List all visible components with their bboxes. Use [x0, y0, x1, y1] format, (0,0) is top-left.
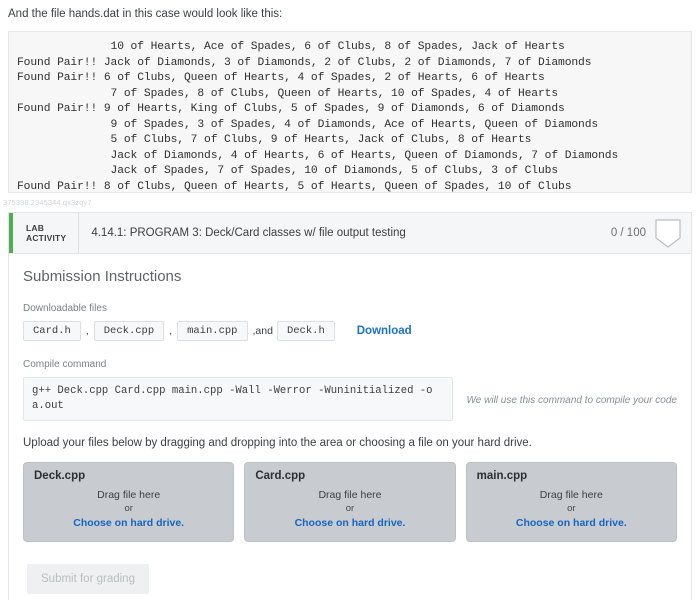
dropzone-hint: Drag file here or Choose on hard drive.: [34, 488, 223, 530]
file-chip-main-cpp[interactable]: main.cpp: [177, 321, 248, 341]
dropzone-hint: Drag file here or Choose on hard drive.: [477, 488, 666, 530]
downloadable-files-label: Downloadable files: [23, 303, 107, 314]
lab-tag-line2: ACTIVITY: [26, 233, 67, 243]
score-value: 0 / 100: [610, 227, 646, 239]
dropzone-filename: Deck.cpp: [34, 470, 86, 482]
dropzone-main-cpp[interactable]: main.cpp Drag file here or Choose on har…: [465, 462, 677, 542]
dropzone-or-text: or: [345, 503, 355, 514]
file-chip-deck-h[interactable]: Deck.h: [276, 321, 335, 341]
activity-id-label: 375398.2345344.qx3zqy7: [3, 198, 92, 207]
lab-activity-header: LAB ACTIVITY 4.14.1: PROGRAM 3: Deck/Car…: [9, 213, 691, 254]
compile-command-row: g++ Deck.cpp Card.cpp main.cpp -Wall -We…: [23, 377, 677, 421]
upload-instructions-text: Upload your files below by dragging and …: [23, 437, 532, 449]
sample-output-text: 10 of Hearts, Ace of Spades, 6 of Clubs,…: [17, 41, 619, 193]
dropzone-drag-text: Drag file here: [318, 489, 382, 501]
dropzone-or-text: or: [124, 503, 133, 514]
file-dropzone-group: Deck.cpp Drag file here or Choose on har…: [23, 462, 677, 542]
lab-activity-card: LAB ACTIVITY 4.14.1: PROGRAM 3: Deck/Car…: [8, 212, 692, 600]
intro-text: And the file hands.dat in this case woul…: [8, 8, 283, 20]
compile-command-note: We will use this command to compile your…: [466, 395, 677, 406]
shield-badge-icon: [655, 218, 681, 248]
download-link[interactable]: Download: [357, 325, 412, 337]
lab-activity-body: Submission Instructions Downloadable fil…: [9, 254, 691, 600]
dropzone-card-cpp[interactable]: Card.cpp Drag file here or Choose on har…: [244, 462, 456, 542]
file-and-separator: ,and: [252, 325, 273, 337]
compile-command-box: g++ Deck.cpp Card.cpp main.cpp -Wall -We…: [23, 377, 453, 421]
sample-output-block: 10 of Hearts, Ace of Spades, 6 of Clubs,…: [8, 31, 692, 193]
dropzone-drag-text: Drag file here: [97, 489, 161, 501]
dropzone-deck-cpp[interactable]: Deck.cpp Drag file here or Choose on har…: [23, 462, 235, 542]
choose-on-hard-drive-link[interactable]: Choose on hard drive.: [516, 517, 627, 529]
file-separator: ,: [85, 325, 89, 337]
dropzone-filename: Card.cpp: [255, 470, 306, 482]
lab-activity-title: 4.14.1: PROGRAM 3: Deck/Card classes w/ …: [91, 227, 406, 239]
downloadable-files-row: Card.h , Deck.cpp , main.cpp ,and Deck.h…: [23, 321, 677, 341]
dropzone-filename: main.cpp: [476, 470, 528, 482]
page-root: And the file hands.dat in this case woul…: [0, 0, 700, 600]
dropzone-or-text: or: [567, 503, 576, 514]
file-chip-deck-cpp[interactable]: Deck.cpp: [93, 321, 165, 341]
lab-activity-score: 0 / 100: [611, 213, 655, 253]
lab-activity-tag: LAB ACTIVITY: [13, 213, 80, 253]
choose-on-hard-drive-link[interactable]: Choose on hard drive.: [295, 517, 406, 529]
compile-command-label: Compile command: [23, 359, 107, 370]
submit-for-grading-button[interactable]: Submit for grading: [27, 564, 149, 594]
file-chip-card-h[interactable]: Card.h: [23, 321, 81, 341]
choose-on-hard-drive-link[interactable]: Choose on hard drive.: [73, 517, 184, 529]
lab-tag-line1: LAB: [26, 223, 45, 233]
file-separator: ,: [169, 325, 173, 337]
dropzone-drag-text: Drag file here: [539, 489, 603, 501]
dropzone-hint: Drag file here or Choose on hard drive.: [255, 488, 444, 530]
submission-instructions-heading: Submission Instructions: [23, 268, 182, 285]
